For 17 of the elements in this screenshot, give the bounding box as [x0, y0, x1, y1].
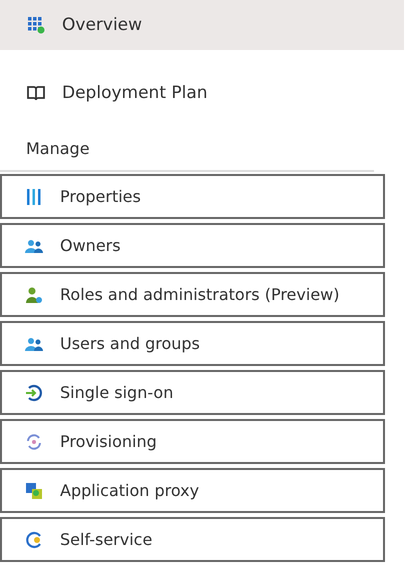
nav-item[interactable]: Properties	[0, 174, 385, 219]
nav-item[interactable]: Application proxy	[0, 468, 385, 513]
person-icon	[24, 284, 44, 304]
grid-icon	[24, 480, 44, 500]
nav-item[interactable]: Users and groups	[0, 321, 385, 366]
section-heading: Manage	[0, 139, 374, 172]
nav-item[interactable]: Provisioning	[0, 419, 385, 464]
sync-icon	[24, 432, 44, 452]
nav-item[interactable]: Roles and administrators (Preview)	[0, 272, 385, 317]
circle-arrow-icon	[24, 530, 44, 550]
grid-icon	[26, 15, 46, 35]
sign-in-icon	[24, 382, 44, 402]
book-icon	[26, 83, 46, 103]
nav-item[interactable]: Single sign-on	[0, 370, 385, 415]
nav-item[interactable]: Overview	[0, 0, 404, 50]
nav-item[interactable]: Owners	[0, 223, 385, 268]
nav-item[interactable]: Self-service	[0, 517, 385, 562]
